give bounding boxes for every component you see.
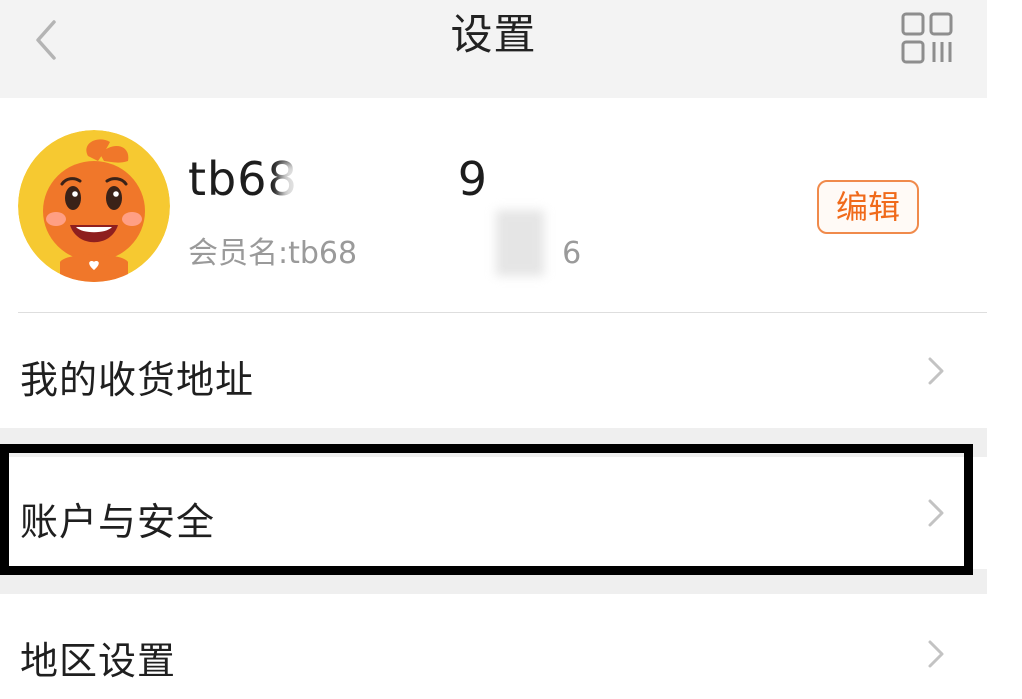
settings-page: 设置 tb68 9 会员名:tb68 6 编辑 我的收货地址 账户与安全 地区设… — [0, 0, 987, 699]
page-title: 设置 — [450, 10, 537, 59]
nickname-tail: 9 — [457, 152, 489, 206]
member-name-tail: 6 — [562, 236, 582, 271]
list-item-label: 账户与安全 — [20, 500, 216, 544]
privacy-mask — [496, 210, 544, 276]
top-bar: 设置 — [0, 0, 987, 98]
list-item-address[interactable]: 我的收货地址 — [0, 313, 987, 428]
profile-card[interactable]: tb68 9 会员名:tb68 6 编辑 — [0, 98, 987, 313]
list-item-region[interactable]: 地区设置 — [0, 594, 987, 699]
chevron-right-icon — [928, 640, 944, 668]
right-gutter — [987, 0, 1022, 699]
edit-button[interactable]: 编辑 — [817, 180, 919, 234]
qr-code-icon[interactable] — [899, 10, 955, 66]
chevron-right-icon — [928, 499, 944, 527]
privacy-mask — [368, 228, 493, 268]
avatar[interactable] — [18, 130, 170, 282]
list-item-label: 地区设置 — [20, 639, 177, 683]
member-name-visible: 会员名:tb68 — [188, 236, 358, 271]
list-item-account-security[interactable]: 账户与安全 — [0, 457, 987, 569]
chevron-right-icon — [928, 357, 944, 385]
list-item-label: 我的收货地址 — [20, 358, 255, 402]
privacy-mask — [280, 161, 415, 213]
